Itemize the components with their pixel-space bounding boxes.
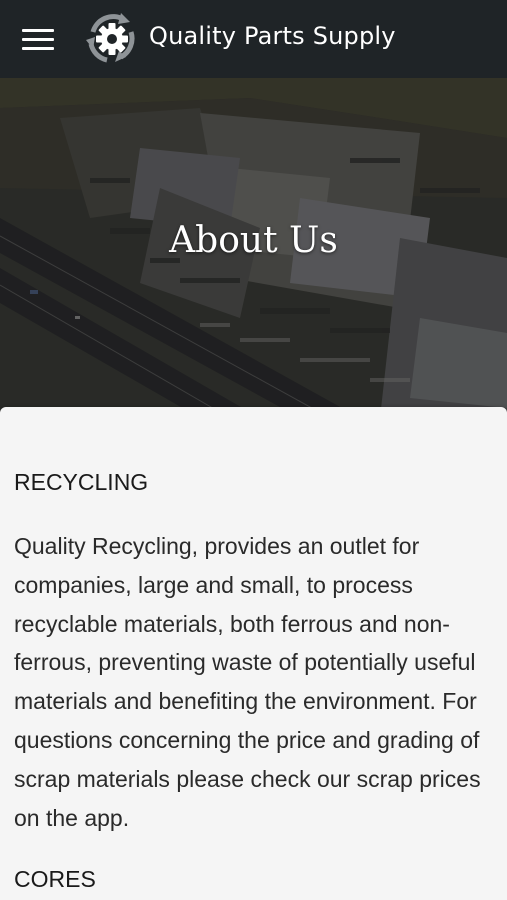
section-heading-cores: CORES (14, 866, 96, 892)
hero-banner: About Us (0, 78, 507, 418)
section-heading-recycling: RECYCLING (14, 469, 149, 495)
gear-recycle-icon (86, 13, 135, 63)
app-bar: Quality Parts Supply (0, 0, 507, 78)
section-body-recycling: Quality Recycling, provides an outlet fo… (14, 533, 481, 831)
hamburger-menu-icon[interactable] (22, 27, 56, 51)
page-title: About Us (169, 220, 338, 261)
content-card: RECYCLING Quality Recycling, provides an… (0, 407, 507, 900)
brand-name: Quality Parts Supply (149, 22, 396, 50)
